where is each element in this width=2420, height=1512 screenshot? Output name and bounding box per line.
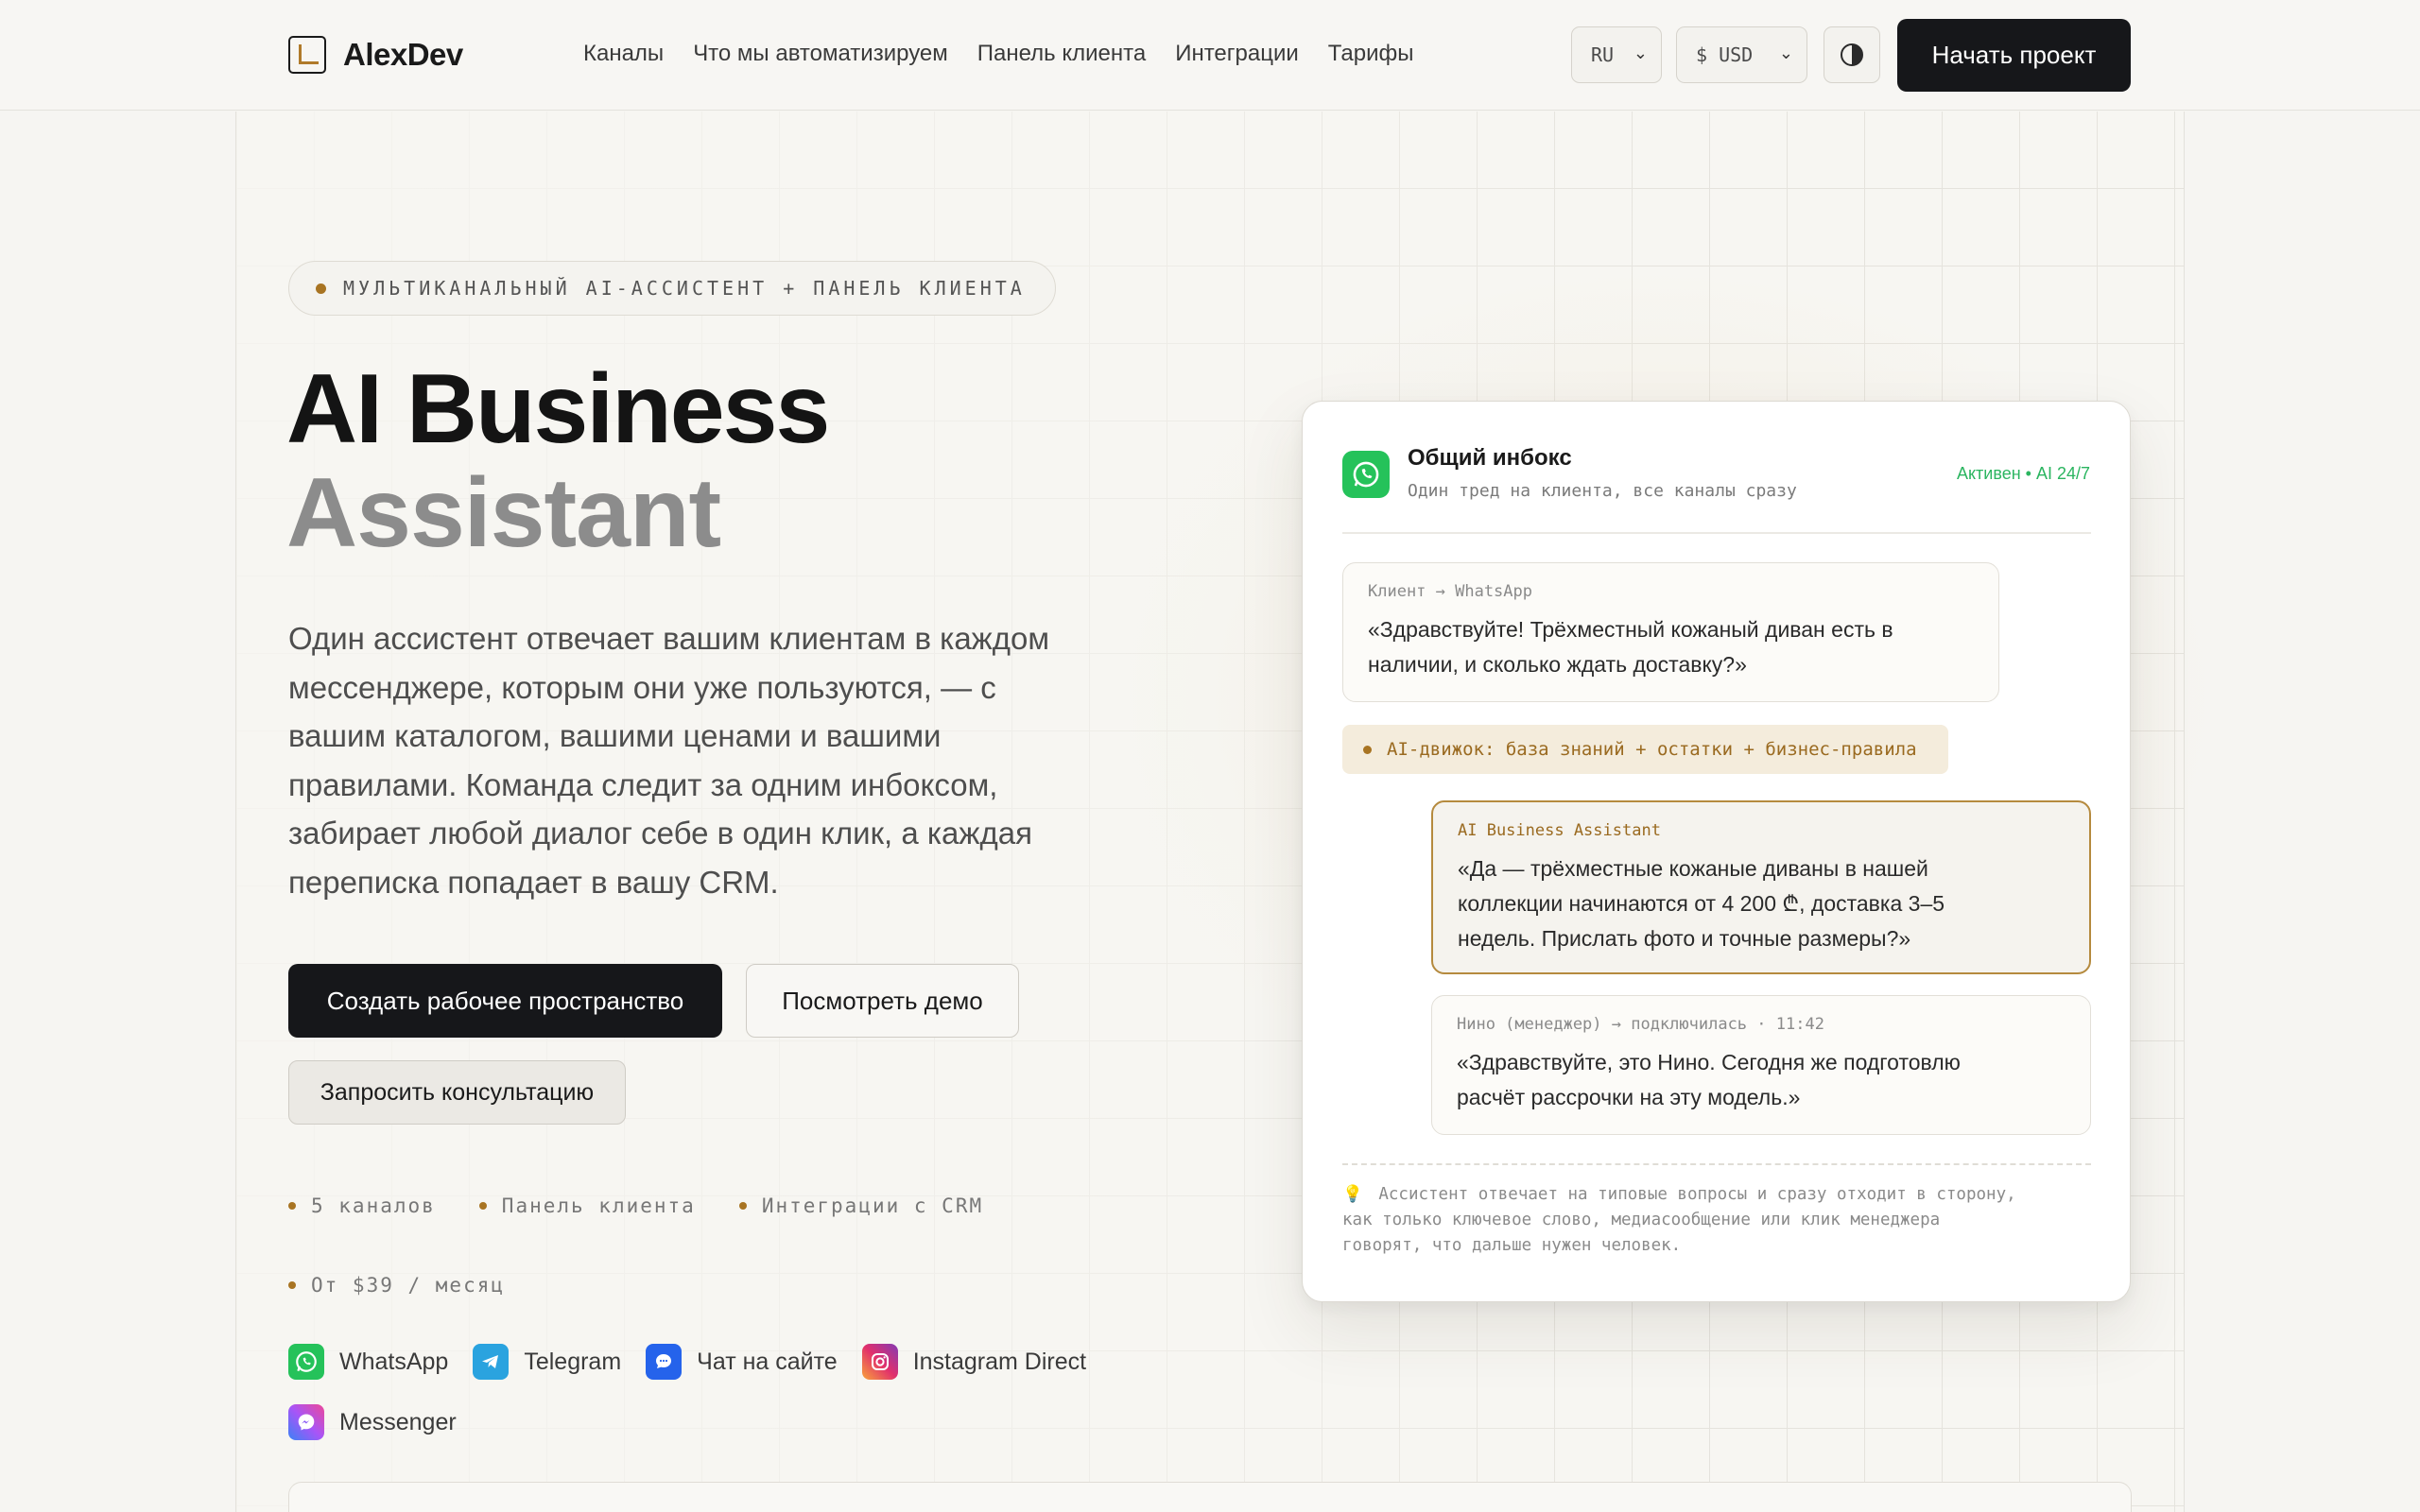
message-text: «Здравствуйте, это Нино. Сегодня же подг… xyxy=(1457,1045,1961,1115)
main-nav: Каналы Что мы автоматизируем Панель клие… xyxy=(583,38,1443,70)
logo-icon xyxy=(288,36,326,74)
channel-website-chat: Чат на сайте xyxy=(646,1344,838,1380)
hero-badge: МУЛЬТИКАНАЛЬНЫЙ AI-АССИСТЕНТ + ПАНЕЛЬ КЛ… xyxy=(288,261,1056,316)
hero-price: От $39 / месяц xyxy=(288,1274,548,1297)
ai-engine-tag: AI-движок: база знаний + остатки + бизне… xyxy=(1342,725,1948,774)
view-demo-button[interactable]: Посмотреть демо xyxy=(746,964,1019,1038)
bullet-icon xyxy=(288,1202,296,1210)
lightbulb-icon: 💡 xyxy=(1342,1185,1363,1204)
top-header: AlexDev Каналы Что мы автоматизируем Пан… xyxy=(0,0,2420,111)
language-value: RU xyxy=(1591,43,1615,66)
inbox-subtitle: Один тред на клиента, все каналы сразу xyxy=(1408,481,1797,501)
note-line: как только ключевое слово, медиасообщени… xyxy=(1342,1211,1941,1229)
fact-crm: Интеграции с CRM xyxy=(761,1194,984,1217)
message-line: «Здравствуйте, это Нино. Сегодня же подг… xyxy=(1457,1050,1961,1074)
message-label: Нино (менеджер) → подключилась · 11:42 xyxy=(1457,1015,1824,1034)
channel-label: Messenger xyxy=(339,1408,457,1435)
price-text: От $39 / месяц xyxy=(311,1274,506,1297)
engine-text: AI-движок: база знаний + остатки + бизне… xyxy=(1387,739,1917,760)
request-consultation-button[interactable]: Запросить консультацию xyxy=(288,1060,626,1125)
channel-label: Telegram xyxy=(524,1348,622,1375)
channel-whatsapp: WhatsApp xyxy=(288,1344,448,1380)
fact-client-panel: Панель клиента xyxy=(501,1194,696,1217)
channel-label: Чат на сайте xyxy=(697,1348,838,1375)
nav-integrations[interactable]: Интеграции xyxy=(1175,38,1299,70)
whatsapp-icon xyxy=(1342,451,1390,498)
nav-pricing[interactable]: Тарифы xyxy=(1328,38,1414,70)
status-badge: Активен • AI 24/7 xyxy=(1956,464,2090,483)
message-line: «Здравствуйте! Трёхместный кожаный диван… xyxy=(1368,617,1893,642)
bullet-icon xyxy=(1363,745,1372,754)
chat-icon xyxy=(646,1344,683,1380)
inbox-note: 💡 Ассистент отвечает на типовые вопросы … xyxy=(1342,1182,2099,1259)
fact-item: 5 каналов xyxy=(288,1194,436,1217)
messenger-icon xyxy=(288,1404,324,1440)
channel-list: WhatsApp Telegram Чат на сайте Instagram… xyxy=(288,1344,1139,1440)
divider xyxy=(1342,532,2091,534)
contrast-icon xyxy=(1841,43,1863,66)
whatsapp-icon xyxy=(288,1344,324,1380)
bullet-icon xyxy=(738,1202,747,1210)
badge-dot-icon xyxy=(316,283,326,294)
hero-description: Один ассистент отвечает вашим клиентам в… xyxy=(288,621,1050,900)
message-line: недель. Прислать фото и точные размеры?» xyxy=(1458,926,1911,951)
manager-message: Нино (менеджер) → подключилась · 11:42 «… xyxy=(1431,995,2091,1135)
message-label: AI Business Assistant xyxy=(1458,821,1661,840)
language-select[interactable]: RU ⌄ xyxy=(1571,26,1662,83)
start-project-button[interactable]: Начать проект xyxy=(1897,19,2131,92)
logo-text: AlexDev xyxy=(343,37,463,72)
nav-channels[interactable]: Каналы xyxy=(583,38,664,70)
channel-telegram: Telegram xyxy=(473,1344,621,1380)
fact-item: От $39 / месяц xyxy=(288,1274,505,1297)
telegram-icon xyxy=(473,1344,510,1380)
message-line: расчёт рассрочки на эту модель.» xyxy=(1457,1085,1801,1109)
message-line: наличии, и сколько ждать доставку?» xyxy=(1368,652,1747,677)
ai-reply-message: AI Business Assistant «Да — трёхместные … xyxy=(1431,800,2091,974)
bullet-icon xyxy=(478,1202,487,1210)
bullet-icon xyxy=(288,1281,296,1289)
channel-messenger: Messenger xyxy=(288,1404,457,1440)
channel-label: WhatsApp xyxy=(339,1348,449,1375)
fact-item: Панель клиента xyxy=(478,1194,696,1217)
nav-automation[interactable]: Что мы автоматизируем xyxy=(693,38,948,70)
chevron-down-icon: ⌄ xyxy=(1633,43,1648,63)
note-line: Ассистент отвечает на типовые вопросы и … xyxy=(1378,1185,2016,1204)
hero-title-line2: Assistant xyxy=(286,458,721,568)
dashed-divider xyxy=(1342,1163,2091,1165)
fact-item: Интеграции с CRM xyxy=(738,1194,984,1217)
logo[interactable]: AlexDev xyxy=(288,36,463,74)
message-text: «Да — трёхместные кожаные диваны в нашей… xyxy=(1458,851,1945,956)
fact-channels: 5 каналов xyxy=(311,1194,436,1217)
currency-value: $ USD xyxy=(1696,43,1754,66)
hero-title-line1: AI Business xyxy=(286,354,830,464)
note-line: говорят, что дальше нужен человек. xyxy=(1342,1236,1682,1255)
channel-instagram: Instagram Direct xyxy=(861,1344,1087,1380)
message-text: «Здравствуйте! Трёхместный кожаный диван… xyxy=(1368,612,1893,682)
theme-toggle-button[interactable] xyxy=(1824,26,1880,83)
create-workspace-button[interactable]: Создать рабочее пространство xyxy=(288,964,722,1038)
message-line: коллекции начинаются от 4 200 ₾, доставк… xyxy=(1458,891,1945,916)
hero-facts: 5 каналов Панель клиента Интеграции с CR… xyxy=(288,1194,1027,1217)
message-line: «Да — трёхместные кожаные диваны в нашей xyxy=(1458,856,1928,881)
next-section-card xyxy=(288,1482,2132,1512)
badge-text: МУЛЬТИКАНАЛЬНЫЙ AI-АССИСТЕНТ + ПАНЕЛЬ КЛ… xyxy=(343,277,1026,300)
currency-select[interactable]: $ USD ⌄ xyxy=(1676,26,1807,83)
shared-inbox-card: Общий инбокс Один тред на клиента, все к… xyxy=(1302,401,2131,1302)
channel-label: Instagram Direct xyxy=(912,1348,1087,1375)
chevron-down-icon: ⌄ xyxy=(1778,43,1793,63)
inbox-title: Общий инбокс xyxy=(1408,445,1572,471)
client-message: Клиент → WhatsApp «Здравствуйте! Трёхмес… xyxy=(1342,562,1999,702)
instagram-icon xyxy=(861,1344,898,1380)
nav-client-panel[interactable]: Панель клиента xyxy=(977,38,1146,70)
message-label: Клиент → WhatsApp xyxy=(1368,582,1532,601)
